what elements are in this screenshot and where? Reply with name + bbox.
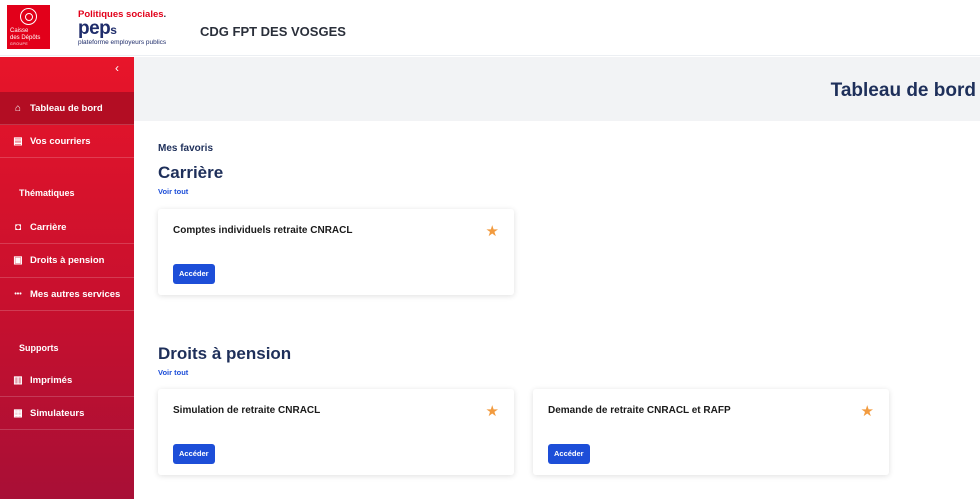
favorite-card: Comptes individuels retraite CNRACL ★ Ac… bbox=[158, 209, 514, 295]
card-title: Simulation de retraite CNRACL bbox=[173, 405, 321, 416]
sidebar-item-simulateurs[interactable]: ▦ Simulateurs bbox=[0, 397, 134, 430]
briefcase-icon: ◘ bbox=[14, 221, 22, 233]
card-title: Demande de retraite CNRACL et RAFP bbox=[548, 405, 731, 416]
section-title-carriere: Carrière bbox=[158, 163, 224, 182]
favorites-label: Mes favoris bbox=[158, 143, 214, 154]
star-icon[interactable]: ★ bbox=[486, 224, 499, 239]
sidebar-item-label: Droits à pension bbox=[30, 255, 105, 266]
sidebar-item-label: Mes autres services bbox=[30, 288, 121, 300]
brand-subtitle: plateforme employeurs publics bbox=[78, 39, 167, 46]
document-icon: ▤ bbox=[13, 135, 23, 147]
see-all-link-carriere[interactable]: Voir tout bbox=[158, 187, 188, 196]
page-header: Tableau de bord bbox=[134, 57, 980, 121]
section-label-supports: Supports bbox=[19, 343, 59, 353]
calculator-icon: ▦ bbox=[13, 407, 23, 419]
folder-icon: ▣ bbox=[13, 255, 23, 266]
sidebar-item-label: Tableau de bord bbox=[30, 102, 103, 114]
sidebar-item-label: Imprimés bbox=[30, 374, 73, 386]
seal-icon bbox=[20, 8, 37, 25]
sidebar-item-tableau-de-bord[interactable]: ⌂ Tableau de bord bbox=[0, 92, 134, 125]
sidebar-item-carriere[interactable]: ◘ Carrière bbox=[0, 211, 134, 244]
sidebar-item-mes-autres-services[interactable]: ••• Mes autres services bbox=[0, 278, 134, 311]
caisse-des-depots-logo[interactable]: Caisse des Dépôts GROUPE bbox=[7, 5, 50, 49]
access-button[interactable]: Accéder bbox=[173, 444, 215, 464]
logo-line-3: GROUPE bbox=[10, 42, 29, 46]
organization-name: CDG FPT DES VOSGES bbox=[200, 24, 346, 39]
star-icon[interactable]: ★ bbox=[861, 404, 874, 419]
sidebar-item-droits-a-pension[interactable]: ▣ Droits à pension bbox=[0, 244, 134, 278]
section-label-thematiques: Thématiques bbox=[19, 188, 75, 198]
card-title: Comptes individuels retraite CNRACL bbox=[173, 225, 353, 236]
sidebar-item-label: Simulateurs bbox=[30, 407, 85, 419]
more-icon: ••• bbox=[14, 290, 22, 298]
collapse-sidebar-icon[interactable]: ‹ bbox=[110, 61, 124, 75]
sidebar-item-vos-courriers[interactable]: ▤ Vos courriers bbox=[0, 125, 134, 158]
sidebar: ‹ ⌂ Tableau de bord ▤ Vos courriers Thém… bbox=[0, 57, 134, 499]
logo-line-1: Caisse bbox=[10, 28, 29, 34]
peps-logo[interactable]: peps bbox=[78, 19, 117, 38]
favorite-card: Simulation de retraite CNRACL ★ Accéder bbox=[158, 389, 514, 475]
access-button[interactable]: Accéder bbox=[173, 264, 215, 284]
sidebar-item-imprimes[interactable]: ▥ Imprimés bbox=[0, 364, 134, 397]
top-header: Caisse des Dépôts GROUPE Politiques soci… bbox=[0, 0, 980, 56]
favorite-card: Demande de retraite CNRACL et RAFP ★ Acc… bbox=[533, 389, 889, 475]
forms-icon: ▥ bbox=[13, 374, 23, 386]
access-button[interactable]: Accéder bbox=[548, 444, 590, 464]
star-icon[interactable]: ★ bbox=[486, 404, 499, 419]
home-icon: ⌂ bbox=[14, 102, 22, 114]
page-title: Tableau de bord bbox=[830, 80, 976, 101]
logo-line-2: des Dépôts bbox=[10, 35, 41, 41]
sidebar-item-label: Carrière bbox=[30, 221, 67, 233]
see-all-link-droits-a-pension[interactable]: Voir tout bbox=[158, 368, 188, 377]
section-title-droits-a-pension: Droits à pension bbox=[158, 344, 292, 363]
sidebar-item-label: Vos courriers bbox=[30, 135, 91, 147]
